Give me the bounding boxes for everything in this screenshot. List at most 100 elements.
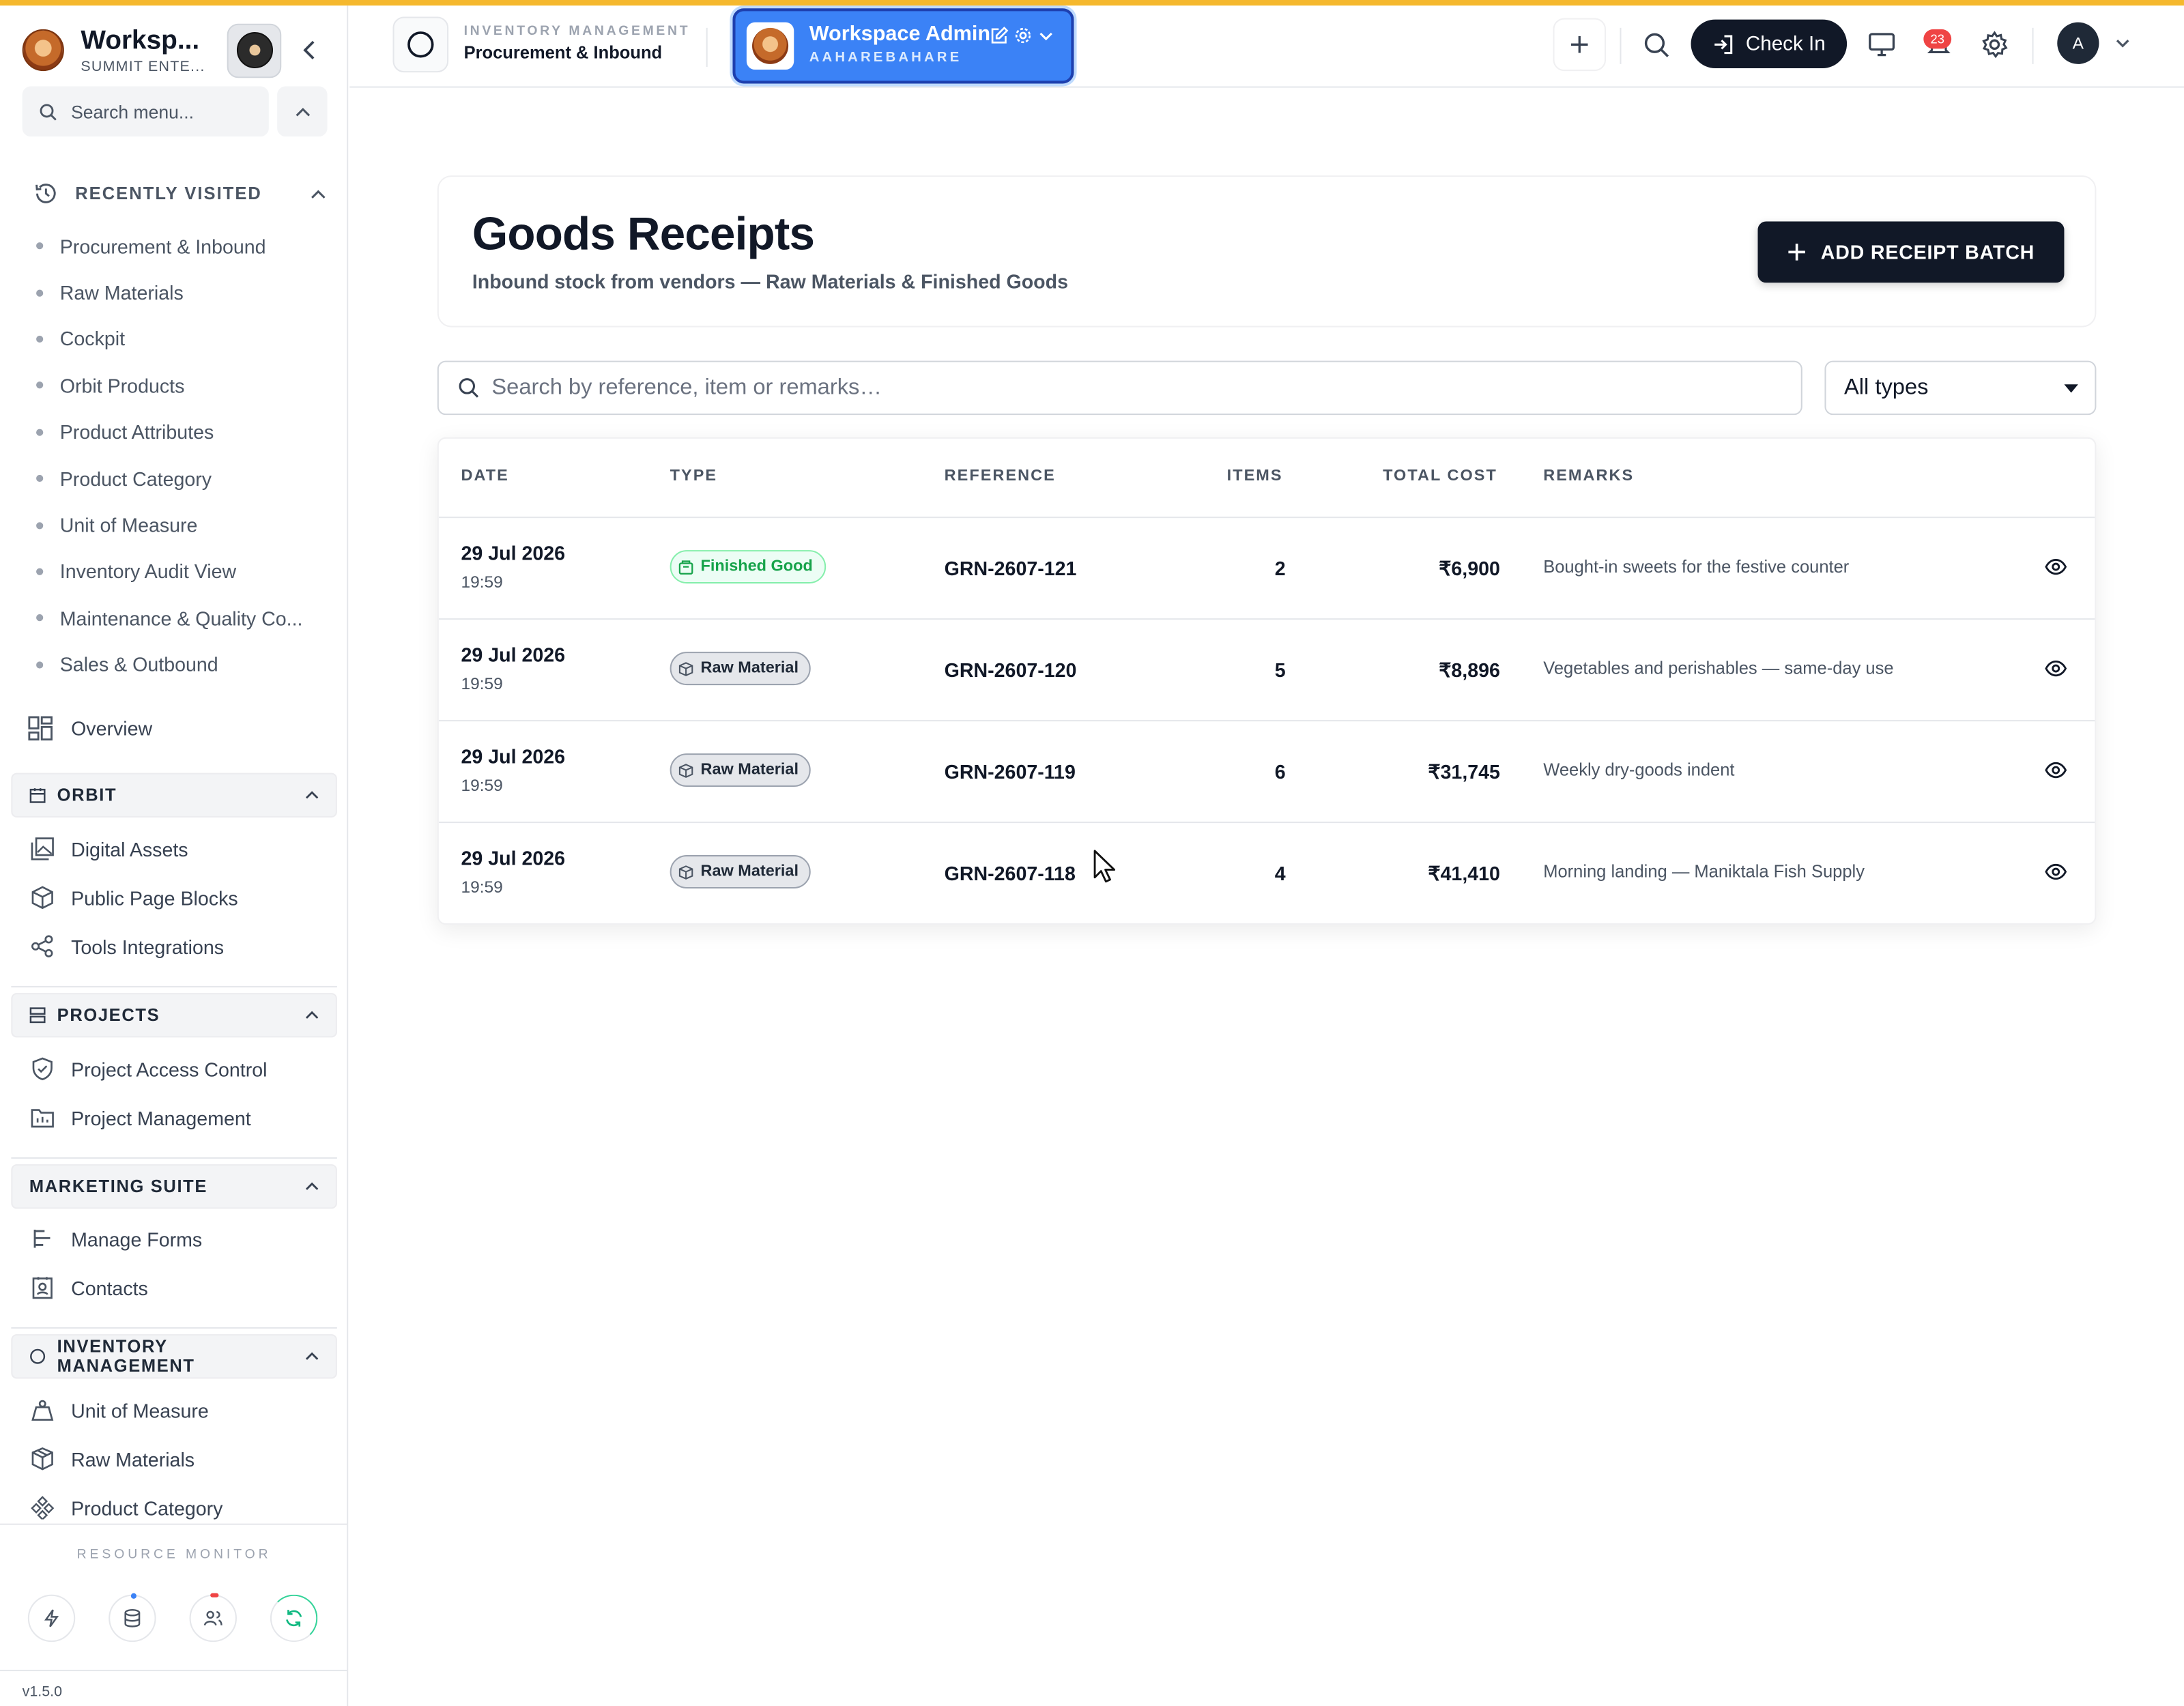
share-icon [31,935,53,957]
user-avatar[interactable]: A [2057,22,2099,64]
search-menu-input[interactable]: Search menu... [22,86,269,136]
sidebar-item-tools-integrations[interactable]: Tools Integrations [31,934,224,958]
sidebar-item-digital-assets[interactable]: Digital Assets [31,837,188,861]
gear-icon [1982,31,2008,59]
settings-button[interactable] [1974,24,2015,66]
recent-item[interactable]: Sales & Outbound [36,641,315,688]
database-icon [124,1608,141,1628]
sync-monitor-button[interactable] [270,1594,318,1643]
column-header-total-cost[interactable]: TOTAL COST [1383,468,1497,485]
lightning-icon [44,1609,59,1628]
add-button[interactable] [1553,18,1607,72]
column-header-type[interactable]: TYPE [670,468,717,485]
images-icon [31,837,54,861]
shield-icon [32,1057,53,1080]
search-icon [1643,32,1669,57]
receipts-search-placeholder: Search by reference, item or remarks… [491,375,882,399]
boxes-icon [31,1447,53,1471]
display-button[interactable] [1861,24,1903,66]
package-icon [678,560,693,574]
type-filter-select[interactable]: All types [1824,360,2097,416]
view-eye-icon[interactable] [2042,859,2070,884]
sidebar-item-overview[interactable]: Overview [28,716,152,741]
recently-visited-header[interactable]: RECENTLY VISITED [33,178,326,209]
section-marketing-header[interactable]: MARKETING SUITE [11,1164,337,1209]
table-row[interactable]: 29 Jul 2026 19:59 Raw Material GRN-2607-… [438,618,2095,720]
workspace-header[interactable]: Worksp... SUMMIT ENTE... [22,23,336,78]
workspace-switcher[interactable]: Workspace Admin AAHAREBAHARE [732,8,1074,84]
sidebar-item-project-management[interactable]: Project Management [31,1105,251,1129]
plus-icon [1788,244,1806,261]
workspace-seal-button[interactable] [227,23,282,78]
row-time: 19:59 [461,877,503,897]
app-root: Worksp... SUMMIT ENTE... Search menu... … [0,0,2184,1706]
receipts-search-input[interactable]: Search by reference, item or remarks… [437,360,1802,416]
chevron-down-icon[interactable] [1037,30,1054,41]
workspace-switcher-logo [746,22,794,70]
gear-icon[interactable] [1014,27,1033,45]
column-header-items[interactable]: ITEMS [1227,468,1283,485]
view-eye-icon[interactable] [2042,656,2070,681]
page-header-card: Goods Receipts Inbound stock from vendor… [437,175,2097,328]
storage-monitor-button[interactable] [109,1593,156,1643]
recent-item[interactable]: Inventory Audit View [36,549,315,595]
chevron-down-icon[interactable] [2112,32,2134,55]
column-header-remarks[interactable]: REMARKS [1543,468,1634,485]
row-time: 19:59 [461,572,503,592]
column-header-date[interactable]: DATE [461,468,509,485]
recent-item[interactable]: Unit of Measure [36,502,315,548]
module-icon-button[interactable] [392,16,449,73]
view-eye-icon[interactable] [2042,757,2070,783]
table-row[interactable]: 29 Jul 2026 19:59 Raw Material GRN-2607-… [438,720,2095,822]
section-inventory-header[interactable]: INVENTORY MANAGEMENT [11,1334,337,1379]
recent-item[interactable]: Cockpit [36,316,315,362]
recent-item[interactable]: Product Category [36,455,315,502]
row-reference: GRN-2607-119 [944,760,1076,783]
column-header-reference[interactable]: REFERENCE [945,468,1056,485]
app-version: v1.5.0 [0,1669,347,1706]
row-items: 2 [1274,557,1286,579]
sidebar-item-manage-forms[interactable]: Manage Forms [31,1227,202,1251]
sidebar-item-public-page-blocks[interactable]: Public Page Blocks [31,886,238,910]
add-receipt-batch-button[interactable]: ADD RECEIPT BATCH [1757,221,2065,283]
sidebar-item-product-category[interactable]: Product Category [31,1496,222,1520]
recent-item[interactable]: Orbit Products [36,362,315,409]
sidebar-item-raw-materials[interactable]: Raw Materials [31,1447,195,1471]
table-row[interactable]: 29 Jul 2026 19:59 Raw Material GRN-2607-… [438,822,2095,923]
edit-icon[interactable] [990,26,1009,45]
recent-item[interactable]: Procurement & Inbound [36,223,315,270]
recent-item[interactable]: Maintenance & Quality Co... [36,595,315,641]
cpu-monitor-button[interactable] [27,1594,76,1643]
row-total-cost: ₹8,896 [1439,659,1500,681]
circle-icon [407,31,434,58]
section-projects-header[interactable]: PROJECTS [11,993,337,1038]
row-items: 5 [1274,659,1286,681]
add-receipt-batch-label: ADD RECEIPT BATCH [1820,241,2035,263]
sidebar-item-unit-of-measure[interactable]: Unit of Measure [31,1398,209,1422]
collapse-sidebar-icon[interactable] [298,39,321,61]
row-remarks: Bought-in sweets for the festive counter [1543,557,1850,577]
cube-icon [678,763,693,777]
row-remarks: Morning landing — Maniktala Fish Supply [1543,862,1865,882]
overview-label: Overview [71,717,153,740]
recent-item[interactable]: Product Attributes [36,409,315,455]
page-title: Goods Receipts [472,207,815,259]
chevron-up-icon [305,791,319,799]
workspace-title: Worksp... [81,25,200,55]
recent-item[interactable]: Raw Materials [36,270,315,316]
chevron-up-icon [305,1011,319,1019]
resource-monitor: RESOURCE MONITOR [0,1523,347,1670]
sidebar-item-project-access-control[interactable]: Project Access Control [31,1057,268,1081]
sidebar-item-contacts[interactable]: Contacts [31,1275,148,1299]
global-search-button[interactable] [1635,24,1677,66]
table-row[interactable]: 29 Jul 2026 19:59 Finished Good GRN-2607… [438,517,2095,618]
view-eye-icon[interactable] [2042,554,2070,579]
seal-icon [235,31,272,68]
users-monitor-button[interactable] [189,1593,237,1643]
resource-monitor-label: RESOURCE MONITOR [76,1547,272,1563]
row-items: 4 [1274,862,1286,884]
row-reference: GRN-2607-118 [944,862,1076,884]
check-in-button[interactable]: Check In [1691,19,1848,68]
section-orbit-header[interactable]: ORBIT [11,772,337,818]
collapse-all-button[interactable] [277,86,328,136]
